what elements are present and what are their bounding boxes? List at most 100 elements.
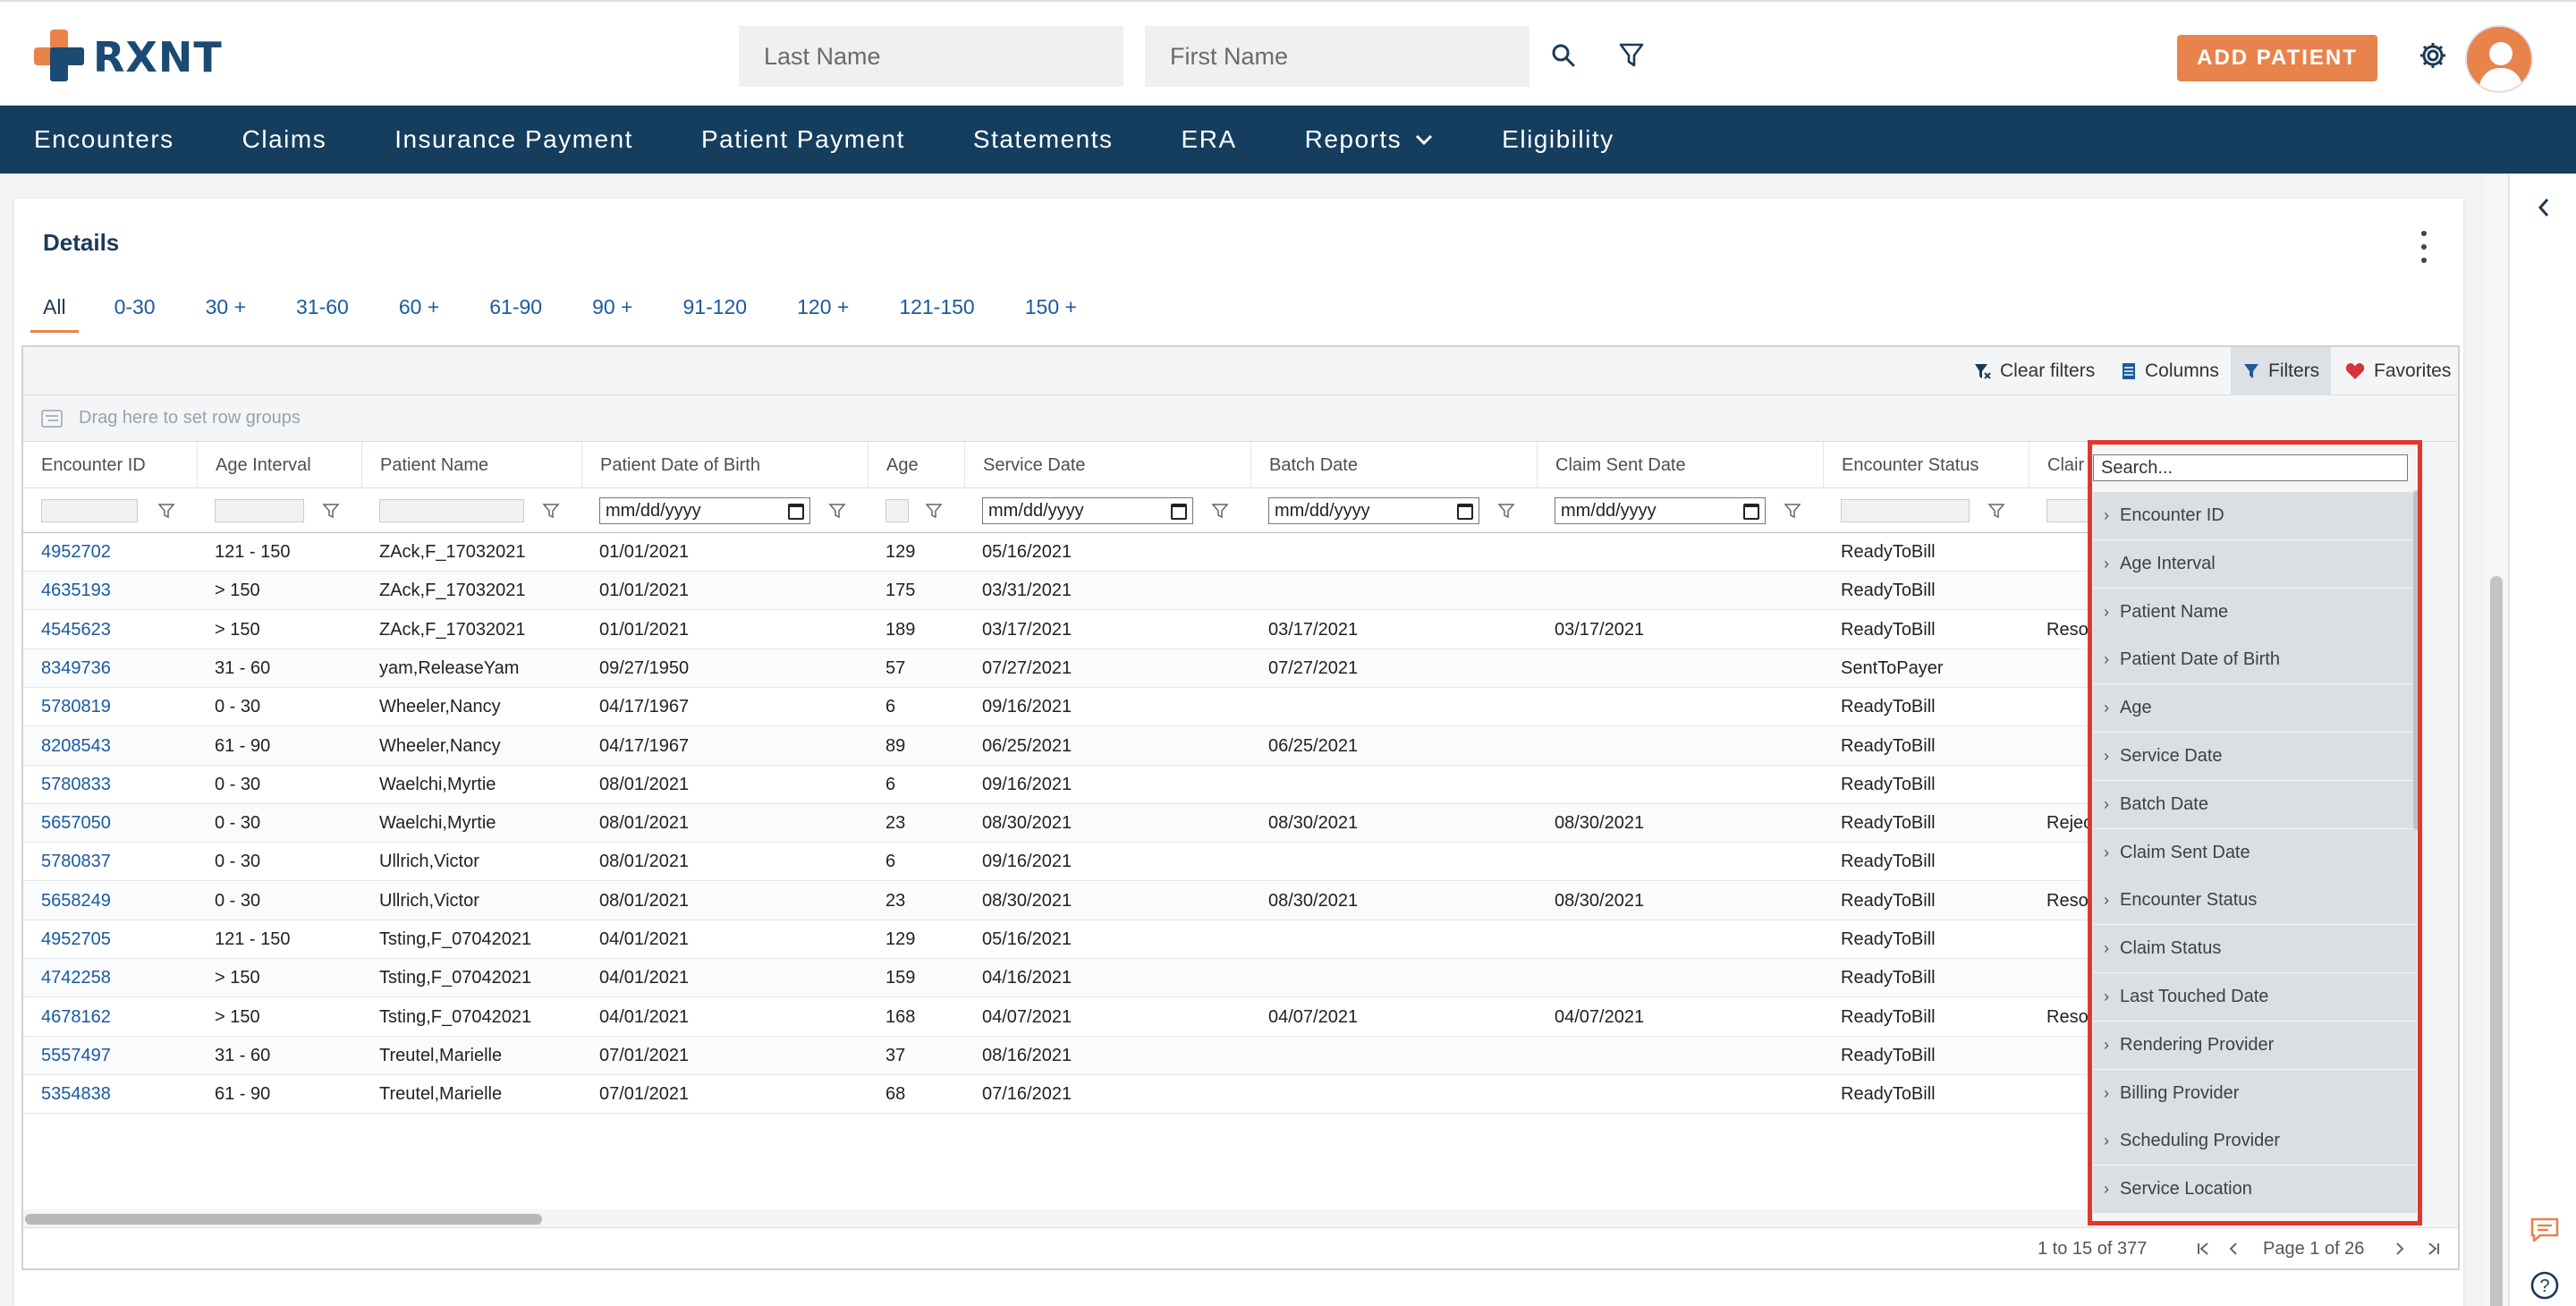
col-header-batch-date[interactable]: Batch Date <box>1250 442 1537 488</box>
table-row[interactable]: 5658249 0 - 30 Ullrich,Victor 08/01/2021 23 0… <box>23 882 2089 920</box>
claim-sent-date-filter-input[interactable]: mm/dd/yyyy <box>1555 497 1766 524</box>
nav-encounters[interactable]: Encounters <box>0 106 208 174</box>
calendar-icon[interactable] <box>1457 504 1473 520</box>
table-row[interactable]: 5557497 31 - 60 Treutel,Marielle 07/01/2021… <box>23 1037 2089 1075</box>
funnel-icon[interactable] <box>157 503 175 519</box>
funnel-icon[interactable] <box>828 503 846 519</box>
nav-statements[interactable]: Statements <box>939 106 1148 174</box>
tab-30-plus[interactable]: 30 + <box>206 288 246 333</box>
funnel-icon[interactable] <box>1211 503 1229 519</box>
encounter-id-cell[interactable]: 4952705 <box>23 920 197 959</box>
table-row[interactable]: 4952702 121 - 150 ZAck,F_17032021 01/01/202… <box>23 533 2089 572</box>
filter-panel-item[interactable]: › Batch Date <box>2093 781 2417 829</box>
page-scrollbar-thumb[interactable] <box>2490 576 2503 1306</box>
col-header-claim-sent-date[interactable]: Claim Sent Date <box>1537 442 1823 488</box>
table-row[interactable]: 5354838 61 - 90 Treutel,Marielle 07/01/2021… <box>23 1075 2089 1114</box>
encounter-id-cell[interactable]: 8208543 <box>23 727 197 766</box>
filter-panel-item[interactable]: › Age <box>2093 684 2417 733</box>
filter-panel-item[interactable]: › Service Date <box>2093 733 2417 781</box>
funnel-icon[interactable] <box>322 503 340 519</box>
funnel-icon[interactable] <box>925 503 943 519</box>
encounter-id-cell[interactable]: 5354838 <box>23 1075 197 1114</box>
encounter-status-filter-input[interactable] <box>1841 499 1970 522</box>
tab-0-30[interactable]: 0-30 <box>114 288 156 333</box>
nav-era[interactable]: ERA <box>1148 106 1271 174</box>
chat-icon[interactable] <box>2529 1217 2560 1248</box>
calendar-icon[interactable] <box>1743 504 1759 520</box>
col-header-age-interval[interactable]: Age Interval <box>197 442 361 488</box>
filter-panel-item[interactable]: › Scheduling Provider <box>2093 1117 2417 1166</box>
table-row[interactable]: 4678162 > 150 Tsting,F_07042021 04/01/2021 1… <box>23 998 2089 1037</box>
col-header-encounter-status[interactable]: Encounter Status <box>1823 442 2029 488</box>
encounter-id-cell[interactable]: 4545623 <box>23 611 197 649</box>
calendar-icon[interactable] <box>1171 504 1187 520</box>
tab-60-plus[interactable]: 60 + <box>399 288 439 333</box>
col-header-service-date[interactable]: Service Date <box>964 442 1250 488</box>
table-row[interactable]: 8349736 31 - 60 yam,ReleaseYam 09/27/1950 57… <box>23 649 2089 688</box>
encounter-id-cell[interactable]: 5557497 <box>23 1037 197 1075</box>
encounter-id-cell[interactable]: 5658249 <box>23 882 197 920</box>
encounter-id-cell[interactable]: 5780833 <box>23 766 197 804</box>
col-header-encounter-id[interactable]: Encounter ID <box>23 442 197 488</box>
encounter-id-filter-input[interactable] <box>41 499 138 522</box>
table-row[interactable]: 5780819 0 - 30 Wheeler,Nancy 04/17/1967 6 09/… <box>23 688 2089 726</box>
filter-panel-item[interactable]: › Claim Sent Date <box>2093 829 2417 878</box>
encounter-id-cell[interactable]: 8349736 <box>23 649 197 688</box>
encounter-id-cell[interactable]: 5780837 <box>23 843 197 881</box>
encounter-id-cell[interactable]: 5780819 <box>23 688 197 726</box>
age-interval-filter-input[interactable] <box>215 499 304 522</box>
gear-icon[interactable] <box>2415 38 2451 73</box>
first-page-icon[interactable] <box>2193 1239 2213 1259</box>
claim-status-filter-input[interactable] <box>2046 499 2089 522</box>
col-header-patient-dob[interactable]: Patient Date of Birth <box>581 442 868 488</box>
col-header-claim-status[interactable]: Clair <box>2029 442 2089 488</box>
table-row[interactable]: 8208543 61 - 90 Wheeler,Nancy 04/17/1967 89 0… <box>23 727 2089 766</box>
encounter-id-cell[interactable]: 4678162 <box>23 998 197 1037</box>
horizontal-scrollbar[interactable] <box>23 1209 2089 1227</box>
filter-panel-item[interactable]: › Encounter ID <box>2093 492 2417 540</box>
age-filter-input[interactable] <box>886 499 909 522</box>
nav-insurance-payment[interactable]: Insurance Payment <box>360 106 667 174</box>
encounter-id-cell[interactable]: 4952702 <box>23 533 197 572</box>
page-scrollbar[interactable] <box>2485 174 2508 1306</box>
nav-claims[interactable]: Claims <box>208 106 361 174</box>
more-options-icon[interactable] <box>2417 231 2431 263</box>
favorites-button[interactable]: Favorites <box>2345 347 2451 395</box>
patient-name-filter-input[interactable] <box>379 499 524 522</box>
tab-61-90[interactable]: 61-90 <box>489 288 542 333</box>
calendar-icon[interactable] <box>788 504 804 520</box>
table-row[interactable]: 4635193 > 150 ZAck,F_17032021 01/01/2021 175… <box>23 572 2089 610</box>
col-header-patient-name[interactable]: Patient Name <box>361 442 581 488</box>
nav-reports[interactable]: Reports <box>1271 106 1469 174</box>
encounter-id-cell[interactable]: 4742258 <box>23 959 197 997</box>
next-page-icon[interactable] <box>2390 1239 2410 1259</box>
funnel-icon[interactable] <box>1784 503 1801 519</box>
horizontal-scrollbar-thumb[interactable] <box>25 1214 542 1225</box>
previous-page-icon[interactable] <box>2224 1239 2243 1259</box>
tab-90-plus[interactable]: 90 + <box>592 288 632 333</box>
filter-icon[interactable] <box>1615 39 1648 72</box>
avatar[interactable] <box>2465 25 2533 93</box>
table-row[interactable]: 5780833 0 - 30 Waelchi,Myrtie 08/01/2021 6 09… <box>23 766 2089 804</box>
row-group-dropzone[interactable]: Drag here to set row groups <box>23 395 2458 442</box>
tab-150-plus[interactable]: 150 + <box>1025 288 1077 333</box>
filter-panel-search-input[interactable] <box>2093 454 2408 481</box>
table-row[interactable]: 5780837 0 - 30 Ullrich,Victor 08/01/2021 6 09… <box>23 843 2089 881</box>
filter-panel-item[interactable]: › Age Interval <box>2093 540 2417 589</box>
funnel-icon[interactable] <box>1987 503 2005 519</box>
funnel-icon[interactable] <box>542 503 560 519</box>
filter-panel-scrollbar[interactable] <box>2413 490 2420 830</box>
filters-button[interactable]: Filters <box>2231 347 2331 395</box>
last-name-input[interactable] <box>739 26 1123 87</box>
funnel-icon[interactable] <box>1497 503 1515 519</box>
filter-panel-item[interactable]: › Rendering Provider <box>2093 1022 2417 1070</box>
tab-91-120[interactable]: 91-120 <box>682 288 747 333</box>
last-page-icon[interactable] <box>2424 1239 2444 1259</box>
col-header-age[interactable]: Age <box>868 442 964 488</box>
clear-filters-button[interactable]: Clear filters <box>1973 347 2095 395</box>
filter-panel-item[interactable]: › Last Touched Date <box>2093 973 2417 1022</box>
filter-panel-item[interactable]: › Claim Status <box>2093 925 2417 973</box>
nav-eligibility[interactable]: Eligibility <box>1468 106 1648 174</box>
table-row[interactable]: 4545623 > 150 ZAck,F_17032021 01/01/2021 189… <box>23 611 2089 649</box>
filter-panel-item[interactable]: › Patient Name <box>2093 589 2417 637</box>
